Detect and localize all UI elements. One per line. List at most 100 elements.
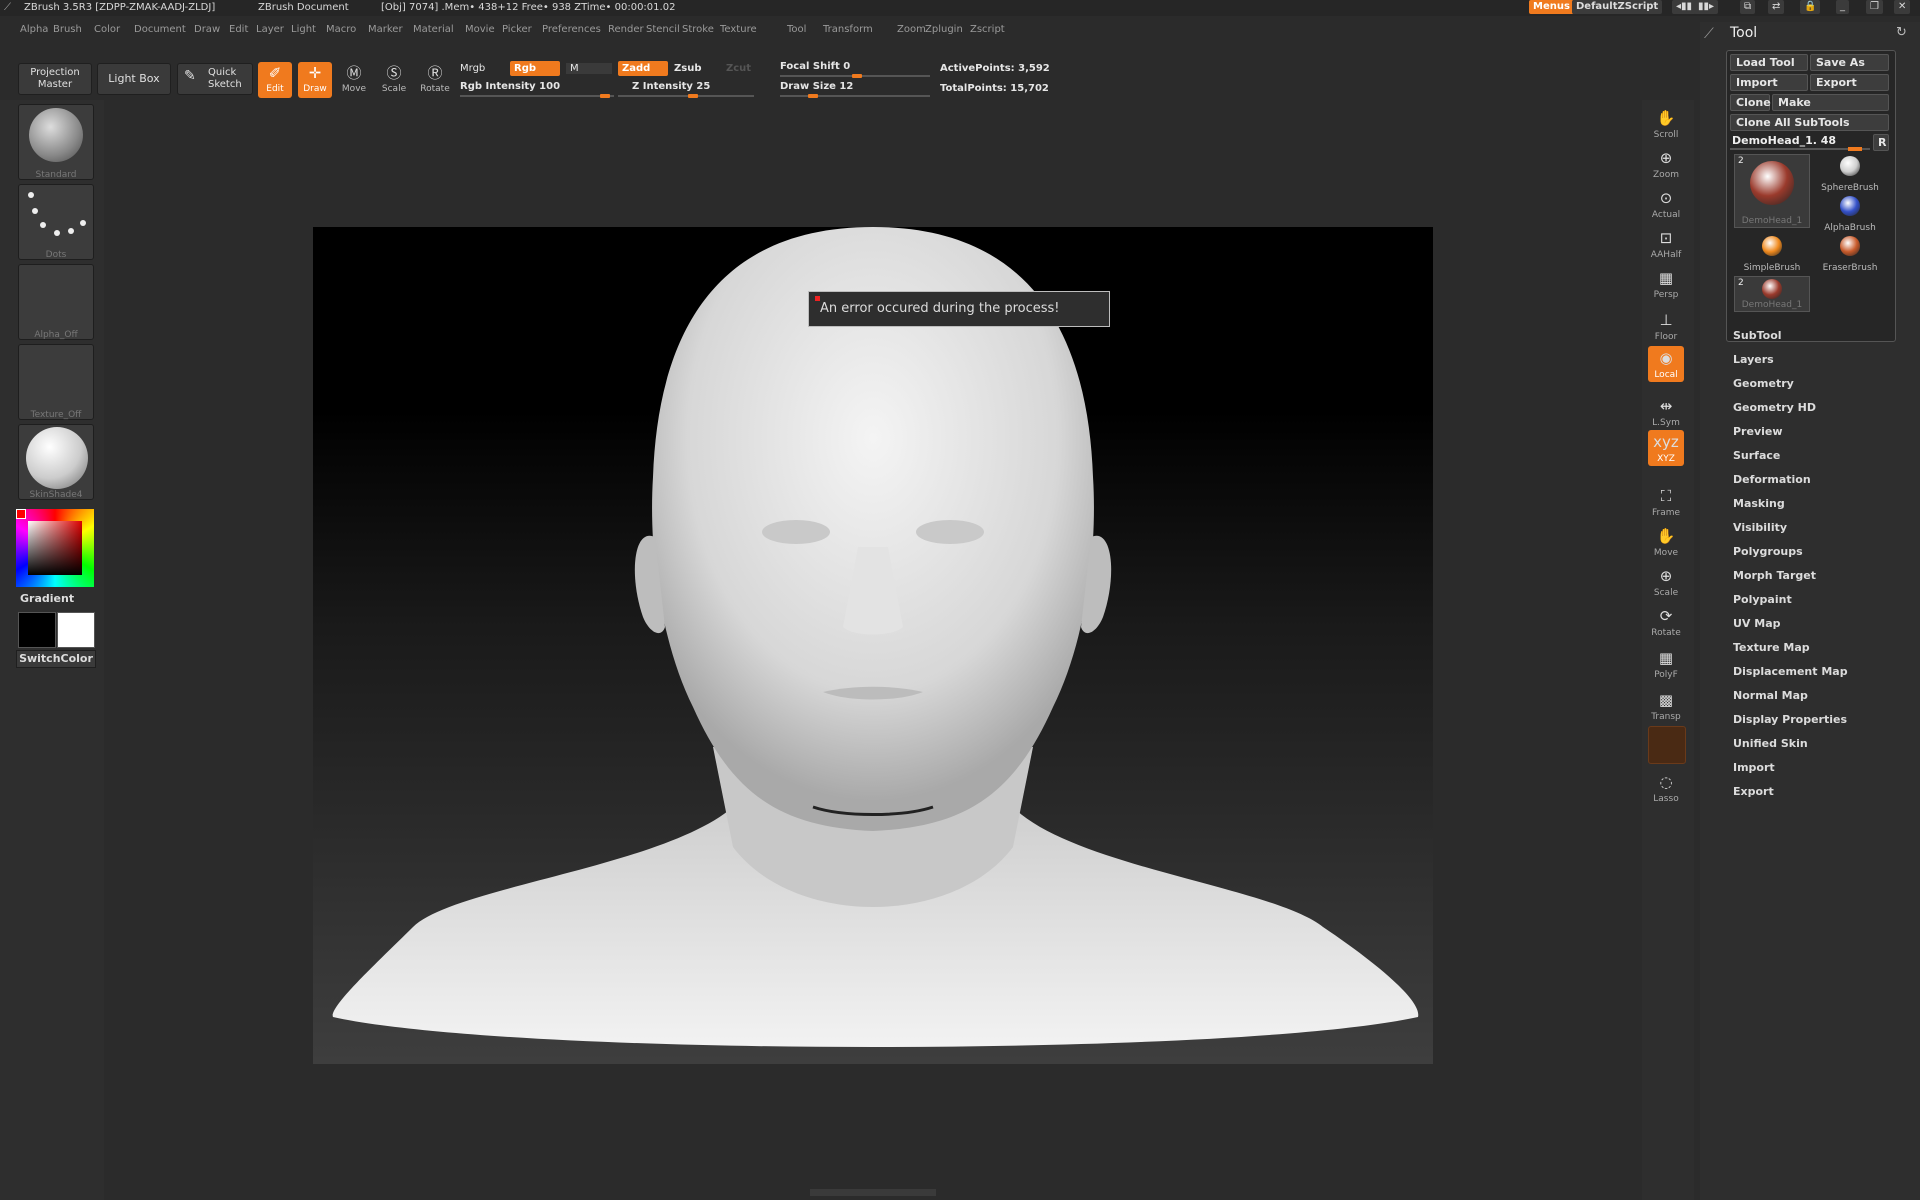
draw-button[interactable]: ✛ Draw (298, 62, 332, 98)
edit-button[interactable]: ✐ Edit (258, 62, 292, 98)
move-button[interactable]: Ⓜ Move (337, 62, 371, 98)
shelf-l-sym-button[interactable]: ⇹ L.Sym (1648, 394, 1684, 430)
canvas-viewport[interactable] (313, 227, 1433, 1064)
shelf-scale-button[interactable]: ⊕ Scale (1648, 564, 1684, 600)
menu-layer[interactable]: Layer (256, 19, 284, 41)
zadd-button[interactable]: Zadd (618, 61, 668, 76)
zsub-button[interactable]: Zsub (674, 63, 701, 74)
menu-edit[interactable]: Edit (229, 19, 248, 41)
subpalette-geometry-hd[interactable]: Geometry HD (1733, 401, 1816, 414)
subpalette-normal-map[interactable]: Normal Map (1733, 689, 1808, 702)
light-box-button[interactable]: Light Box (97, 63, 171, 95)
r-button[interactable]: R (1873, 134, 1889, 151)
menu-stroke[interactable]: Stroke (682, 19, 714, 41)
load-tool-button[interactable]: Load Tool (1730, 54, 1808, 71)
shelf-lasso-button[interactable]: ◌ Lasso (1648, 770, 1684, 806)
subpalette-masking[interactable]: Masking (1733, 497, 1785, 510)
subpalette-unified-skin[interactable]: Unified Skin (1733, 737, 1808, 750)
subpalette-deformation[interactable]: Deformation (1733, 473, 1811, 486)
shelf-local-button[interactable]: ◉ Local (1648, 346, 1684, 382)
refresh-icon[interactable]: ↻ (1896, 25, 1907, 40)
tool-slider-knob[interactable] (1848, 147, 1862, 151)
menus-button[interactable]: Menus (1529, 0, 1574, 14)
z-intensity-knob[interactable] (688, 94, 698, 98)
menu-material[interactable]: Material (413, 19, 454, 41)
rotate-button[interactable]: Ⓡ Rotate (418, 62, 452, 98)
scale-button[interactable]: Ⓢ Scale (377, 62, 411, 98)
shelf-floor-button[interactable]: ⊥ Floor (1648, 308, 1684, 344)
tool-thumb-spherebrush[interactable]: SphereBrush (1812, 154, 1888, 194)
z-intensity-slider[interactable] (618, 94, 754, 98)
menu-brush[interactable]: Brush (53, 19, 82, 41)
menu-macro[interactable]: Macro (326, 19, 356, 41)
menu-zplugin[interactable]: Zplugin (925, 19, 963, 41)
rgb-intensity-knob[interactable] (600, 94, 610, 98)
subpalette-subtool[interactable]: SubTool (1733, 329, 1782, 342)
save-as-button[interactable]: Save As (1810, 54, 1889, 71)
rgb-intensity-slider[interactable] (460, 94, 614, 98)
make-polymesh-button[interactable]: Make PolyMesh3D (1772, 94, 1889, 125)
tool-thumb-alphabrush[interactable]: AlphaBrush (1812, 194, 1888, 234)
default-zscript-button[interactable]: DefaultZScript (1572, 0, 1663, 14)
alpha-thumb[interactable]: Alpha_Off (18, 264, 94, 340)
draw-size-knob[interactable] (808, 94, 818, 98)
head-model[interactable] (313, 227, 1433, 1064)
tool-thumb-demohead-1[interactable]: 2 DemoHead_1 (1734, 276, 1810, 312)
draw-size-slider[interactable] (780, 94, 930, 98)
menu-document[interactable]: Document (134, 19, 186, 41)
shelf-polyf-button[interactable]: ▦ PolyF (1648, 646, 1684, 682)
clone-button[interactable]: Clone (1730, 94, 1771, 111)
bottom-tray-handle[interactable] (810, 1189, 936, 1196)
switch-color-button[interactable]: SwitchColor (16, 650, 96, 668)
standard-brush-thumb[interactable]: Standard (18, 104, 94, 180)
projection-master-button[interactable]: Projection Master (18, 63, 92, 95)
shelf-scroll-button[interactable]: ✋ Scroll (1648, 106, 1684, 142)
subpalette-export[interactable]: Export (1733, 785, 1774, 798)
material-thumb[interactable]: SkinShade4 (18, 424, 94, 500)
subpalette-display-properties[interactable]: Display Properties (1733, 713, 1847, 726)
shelf-move-button[interactable]: ✋ Move (1648, 524, 1684, 560)
menu-alpha[interactable]: Alpha (20, 19, 48, 41)
shelf-disabled-button[interactable] (1648, 726, 1686, 764)
secondary-color-swatch[interactable] (18, 612, 56, 648)
menu-tool[interactable]: Tool (787, 19, 806, 41)
menu-preferences[interactable]: Preferences (542, 19, 601, 41)
dots-stroke-thumb[interactable]: Dots (18, 184, 94, 260)
subpalette-import[interactable]: Import (1733, 761, 1775, 774)
close-icon[interactable]: ✕ (1894, 0, 1911, 14)
main-color-swatch[interactable] (57, 612, 95, 648)
color-picker-square[interactable] (28, 521, 82, 575)
menu-zscript[interactable]: Zscript (970, 19, 1005, 41)
quick-sketch-button[interactable]: ✎ Quick Sketch (177, 63, 253, 95)
export-button[interactable]: Export (1810, 74, 1889, 91)
shelf-xyz-button[interactable]: xyz XYZ (1648, 430, 1684, 466)
m-button[interactable]: M (566, 63, 612, 74)
subpalette-visibility[interactable]: Visibility (1733, 521, 1787, 534)
menu-movie[interactable]: Movie (465, 19, 495, 41)
subpalette-layers[interactable]: Layers (1733, 353, 1774, 366)
subpalette-displacement-map[interactable]: Displacement Map (1733, 665, 1848, 678)
subpalette-preview[interactable]: Preview (1733, 425, 1783, 438)
shelf-zoom-button[interactable]: ⊕ Zoom (1648, 146, 1684, 182)
tool-thumb-eraserbrush[interactable]: EraserBrush (1812, 234, 1888, 274)
menu-light[interactable]: Light (291, 19, 316, 41)
shelf-persp-button[interactable]: ▦ Persp (1648, 266, 1684, 302)
minimize-icon[interactable]: _ (1836, 0, 1849, 14)
layout-icon[interactable]: ⧉ (1740, 0, 1756, 14)
subpalette-uv-map[interactable]: UV Map (1733, 617, 1781, 630)
expand-icon[interactable]: ▮▮▸ (1694, 0, 1719, 14)
menu-marker[interactable]: Marker (368, 19, 403, 41)
shrink-icon[interactable]: ◂▮▮ (1672, 0, 1697, 14)
menu-transform[interactable]: Transform (823, 19, 873, 41)
tool-thumb-simplebrush[interactable]: SimpleBrush (1734, 234, 1810, 274)
mrgb-button[interactable]: Mrgb (460, 63, 485, 74)
menu-zoom[interactable]: Zoom (897, 19, 926, 41)
menu-picker[interactable]: Picker (502, 19, 532, 41)
menu-texture[interactable]: Texture (720, 19, 757, 41)
import-button[interactable]: Import (1730, 74, 1808, 91)
subpalette-geometry[interactable]: Geometry (1733, 377, 1794, 390)
focal-shift-slider[interactable] (780, 74, 930, 78)
focal-shift-knob[interactable] (852, 74, 862, 78)
clone-all-subtools-button[interactable]: Clone All SubTools (1730, 114, 1889, 131)
shelf-rotate-button[interactable]: ⟳ Rotate (1648, 604, 1684, 640)
